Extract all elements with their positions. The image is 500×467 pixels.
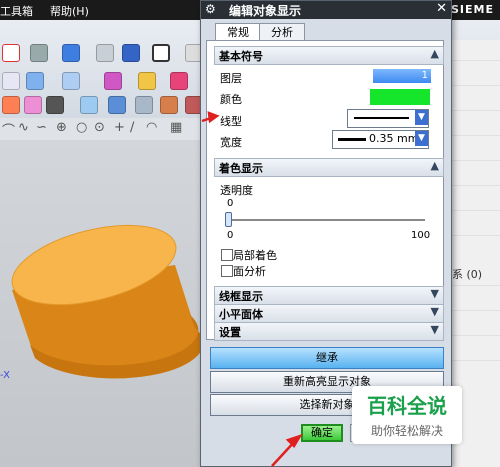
menu-help[interactable]: 帮助(H) (50, 3, 89, 19)
chevron-down-icon[interactable]: ▼ (415, 110, 428, 125)
layer-icon[interactable] (122, 44, 140, 62)
circle-icon[interactable]: ○ (76, 120, 87, 135)
layer-field[interactable]: 1 (373, 69, 431, 83)
snap-icon[interactable] (2, 44, 20, 62)
surface-icon[interactable] (80, 96, 98, 114)
face-analysis-label: 面分析 (233, 265, 266, 278)
arc-icon[interactable]: ⌒ (2, 120, 15, 139)
section-basic-label: 基本符号 (219, 50, 263, 63)
transparency-max: 100 (411, 230, 431, 241)
color-label: 颜色 (220, 93, 242, 106)
feature-icon[interactable] (2, 96, 20, 114)
box-icon[interactable] (152, 44, 170, 62)
transparency-value: 0 (227, 198, 234, 209)
watermark: 百科全说 助你轻松解决 (352, 386, 462, 444)
right-panel-text: 系 (0) (452, 268, 483, 281)
grid-icon[interactable]: ▦ (170, 120, 182, 135)
thick-line-preview (338, 138, 366, 141)
chevron-down-icon: ▼ (430, 287, 439, 300)
mesh-icon[interactable] (108, 96, 126, 114)
line-icon[interactable]: ∕ (130, 120, 134, 135)
width-select[interactable]: 0.35 mm ▼ (332, 130, 429, 149)
block-icon[interactable] (26, 72, 44, 90)
ok-button[interactable]: 确定 (301, 424, 343, 442)
section-shading-label: 着色显示 (219, 162, 263, 175)
local-shading-checkbox[interactable] (221, 249, 233, 261)
transparency-min: 0 (227, 230, 234, 241)
solid-line-preview (354, 117, 409, 119)
inherit-button[interactable]: 继承 (210, 347, 444, 369)
dialog-titlebar[interactable]: ⚙ 编辑对象显示 ✕ (201, 1, 451, 19)
curve-icon[interactable]: ∽ (36, 120, 47, 135)
chevron-down-icon: ▼ (430, 323, 439, 336)
menu-toolbox[interactable]: 工具箱 (0, 3, 33, 19)
dialog-title: 编辑对象显示 (229, 4, 302, 18)
solid-cube-icon[interactable] (62, 44, 80, 62)
material-icon[interactable] (138, 72, 156, 90)
spline-icon[interactable]: ∿ (18, 120, 29, 135)
chevron-up-icon: ▲ (430, 47, 439, 60)
watermark-subtitle: 助你轻松解决 (370, 424, 443, 438)
measure-icon[interactable] (135, 96, 153, 114)
layout-icon[interactable] (2, 72, 20, 90)
color-cube-icon[interactable] (104, 72, 122, 90)
axis-label: -X (0, 370, 10, 381)
transparency-label: 透明度 (220, 184, 253, 197)
shape-icon[interactable] (62, 72, 80, 90)
section-facets[interactable]: 小平面体 ▼ (214, 304, 444, 323)
chevron-down-icon: ▼ (430, 305, 439, 318)
chevron-down-icon[interactable]: ▼ (415, 131, 428, 146)
linetype-select[interactable]: ▼ (347, 109, 429, 128)
display-mode-icon[interactable] (30, 44, 48, 62)
point-icon[interactable]: ⊕ (56, 120, 67, 135)
circle-center-icon[interactable]: ⊙ (94, 120, 105, 135)
close-icon[interactable]: ✕ (436, 1, 447, 16)
edit-display-icon[interactable] (170, 72, 188, 90)
layer-label: 图层 (220, 72, 242, 85)
color-swatch[interactable] (370, 89, 430, 105)
chevron-up-icon: ▲ (430, 159, 439, 172)
section-facets-label: 小平面体 (219, 308, 263, 321)
arc-tool-icon[interactable]: ◠ (146, 120, 157, 135)
section-shading[interactable]: 着色显示 ▲ (214, 158, 444, 177)
view-icon[interactable] (96, 44, 114, 62)
gear-icon[interactable]: ⚙ (205, 2, 216, 16)
transparency-slider-thumb[interactable] (225, 212, 232, 227)
cylinder-model[interactable] (0, 140, 205, 467)
face-analysis-checkbox[interactable] (221, 265, 233, 277)
linetype-label: 线型 (220, 115, 242, 128)
cross-icon[interactable]: + (114, 120, 125, 135)
watermark-title: 百科全说 (367, 394, 447, 418)
brand-logo: SIEME (451, 3, 494, 16)
section-basic-symbols[interactable]: 基本符号 ▲ (214, 46, 444, 65)
local-shading-label: 局部着色 (233, 249, 277, 262)
pattern-icon[interactable] (24, 96, 42, 114)
section-wireframe[interactable]: 线框显示 ▼ (214, 286, 444, 305)
width-label: 宽度 (220, 136, 242, 149)
section-wireframe-label: 线框显示 (219, 290, 263, 303)
sketch-toolbar: ⌒ ∿ ∽ ⊕ ○ ⊙ + ∕ ◠ ▦ (0, 118, 205, 140)
analysis-icon[interactable] (160, 96, 178, 114)
sketch-tool-icon[interactable] (46, 96, 64, 114)
section-settings[interactable]: 设置 ▼ (214, 322, 444, 341)
width-value: 0.35 mm (369, 132, 419, 145)
section-settings-label: 设置 (219, 326, 241, 339)
transparency-slider-track[interactable] (228, 219, 425, 221)
